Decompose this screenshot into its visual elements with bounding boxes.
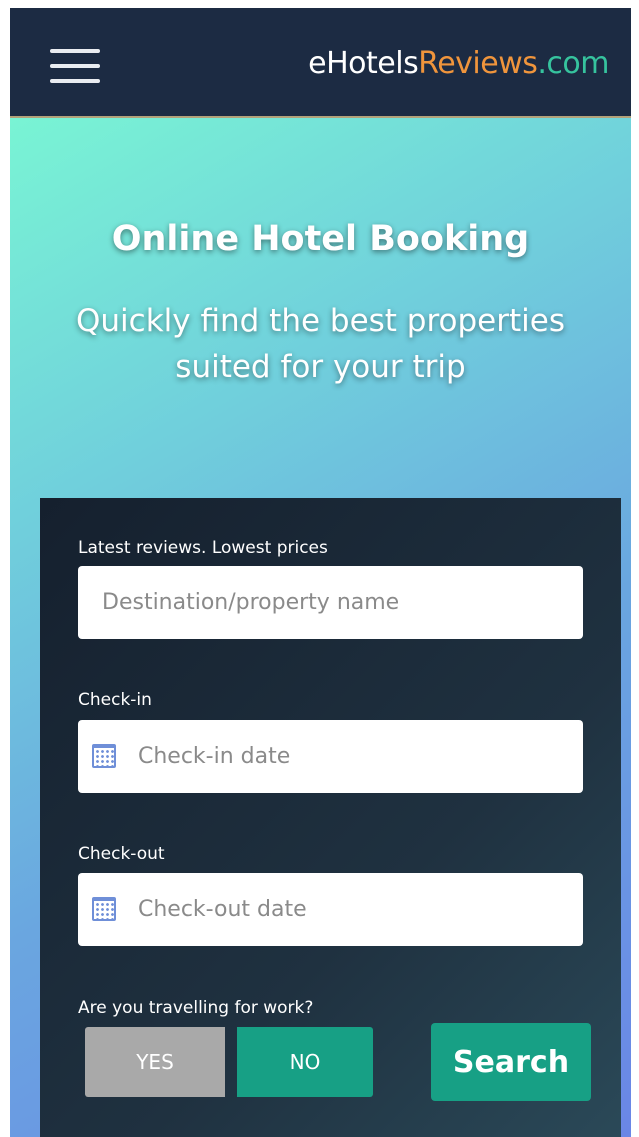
checkout-date-input[interactable]	[78, 873, 583, 946]
hamburger-menu-icon[interactable]	[50, 49, 100, 85]
menu-bar	[50, 79, 100, 83]
hero-subtitle: Quickly find the best properties suited …	[75, 303, 565, 385]
destination-input[interactable]	[78, 566, 583, 639]
work-travel-question: Are you travelling for work?	[78, 998, 314, 1018]
calendar-icon	[92, 744, 116, 768]
checkin-label: Check-in	[78, 690, 152, 710]
destination-label: Latest reviews. Lowest prices	[78, 538, 328, 558]
brand-part-reviews: Reviews	[418, 46, 538, 81]
brand-logo[interactable]: eHotelsReviews.com	[308, 42, 609, 86]
work-yes-toggle[interactable]: YES	[85, 1027, 225, 1097]
work-no-toggle[interactable]: NO	[237, 1027, 373, 1097]
brand-part-ehotels: eHotels	[308, 46, 419, 81]
calendar-icon	[92, 897, 116, 921]
menu-bar	[50, 64, 100, 68]
navbar: eHotelsReviews.com	[10, 8, 631, 118]
hero-title: Online Hotel Booking	[111, 219, 530, 259]
checkout-label: Check-out	[78, 844, 165, 864]
page: eHotelsReviews.com Online Hotel Booking …	[10, 8, 631, 1137]
menu-bar	[50, 49, 100, 53]
brand-part-com: .com	[537, 46, 609, 81]
search-button[interactable]: Search	[431, 1023, 591, 1101]
checkin-date-input[interactable]	[78, 720, 583, 793]
